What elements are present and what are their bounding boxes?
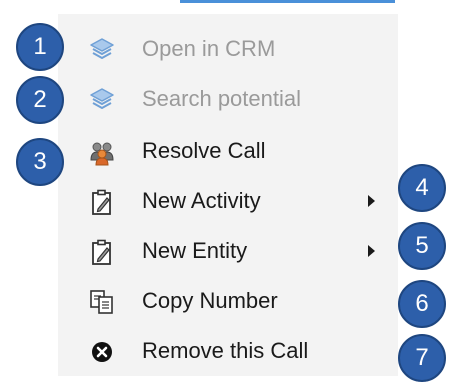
submenu-arrow-icon <box>368 195 375 207</box>
menu-item-open-in-crm[interactable]: Open in CRM <box>58 24 398 74</box>
menu-item-label: Remove this Call <box>142 338 309 363</box>
callout-badge-1: 1 <box>16 23 64 71</box>
close-circle-icon <box>88 338 116 366</box>
menu-item-label: Search potential <box>142 86 301 111</box>
callout-badge-6: 6 <box>398 280 446 328</box>
menu-item-label: Copy Number <box>142 288 278 313</box>
menu-item-copy-number[interactable]: Copy Number <box>58 276 398 326</box>
callout-badge-4: 4 <box>398 164 446 212</box>
layers-icon <box>88 36 116 64</box>
submenu-arrow-icon <box>368 245 375 257</box>
menu-item-label: New Entity <box>142 238 248 263</box>
context-menu: Open in CRM Search potential Resolve Cal… <box>58 14 398 376</box>
callout-badge-3: 3 <box>16 138 64 186</box>
clipboard-edit-icon <box>88 188 116 216</box>
callout-badge-7: 7 <box>398 334 446 382</box>
clipboard-edit-icon <box>88 238 116 266</box>
menu-item-remove-this-call[interactable]: Remove this Call <box>58 326 398 376</box>
menu-item-label: New Activity <box>142 188 261 213</box>
menu-item-search-potential[interactable]: Search potential <box>58 74 398 124</box>
menu-item-new-activity[interactable]: New Activity <box>58 176 398 226</box>
screenshot-stage: Open in CRM Search potential Resolve Cal… <box>0 0 455 384</box>
menu-item-new-entity[interactable]: New Entity <box>58 226 398 276</box>
menu-item-label: Resolve Call <box>142 138 266 163</box>
menu-item-label: Open in CRM <box>142 36 276 61</box>
callout-badge-5: 5 <box>398 222 446 270</box>
menu-item-resolve-call[interactable]: Resolve Call <box>58 126 398 176</box>
copy-icon <box>88 288 116 316</box>
layers-icon <box>88 86 116 114</box>
top-accent-bar <box>180 0 395 3</box>
people-group-icon <box>88 138 116 166</box>
callout-badge-2: 2 <box>16 76 64 124</box>
